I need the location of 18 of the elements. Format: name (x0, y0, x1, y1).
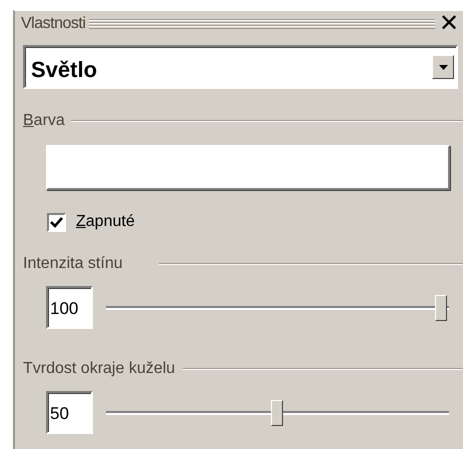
slider-thumb[interactable] (435, 294, 447, 320)
color-field[interactable] (46, 145, 450, 190)
number-field[interactable]: 50 (46, 391, 93, 434)
close-button[interactable]: ✕ (439, 12, 459, 36)
panel-title: Vlastnosti (21, 14, 86, 34)
slider-label: Intenzita stínu (23, 254, 123, 274)
slider[interactable] (106, 294, 449, 322)
slider-thumb[interactable] (270, 400, 282, 426)
caret-icon (438, 64, 448, 70)
checkbox[interactable] (47, 212, 66, 232)
drag-grip[interactable] (89, 19, 435, 29)
checkbox-label[interactable]: Zapnuté (76, 210, 135, 234)
dropdown-button[interactable] (432, 55, 454, 79)
number-field[interactable]: 100 (46, 286, 93, 329)
group-label: Barva (23, 111, 65, 131)
object-dropdown[interactable]: Světlo (23, 45, 458, 89)
slider-label: Tvrdost okraje kuželu (23, 359, 176, 379)
slider[interactable] (106, 398, 449, 426)
